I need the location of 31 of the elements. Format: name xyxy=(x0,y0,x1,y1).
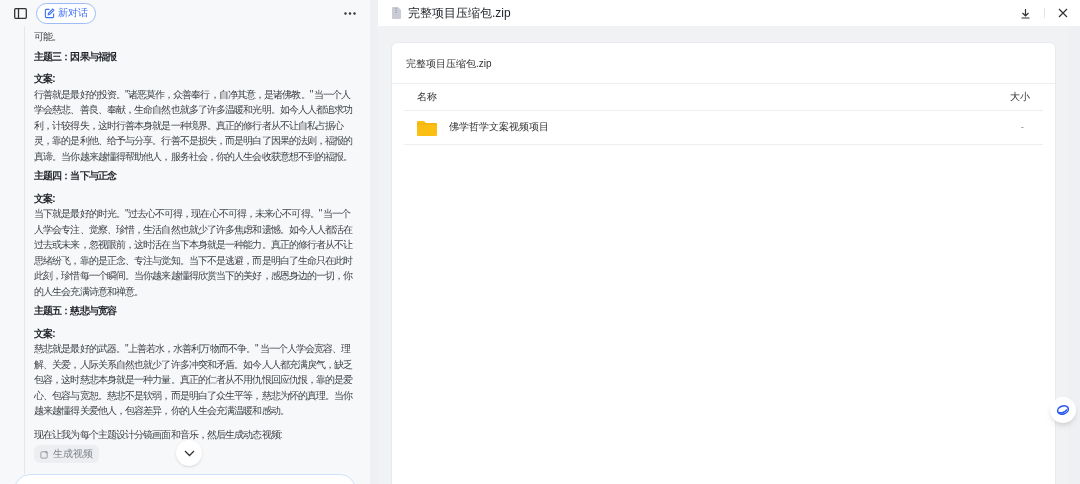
paragraph: 当下就是最好的时光。"过去心不可得，现在心不可得，未来心不可得。" 当一个人学会专注、觉察、珍惜，生活自然也就少了许多焦虑和遗憾。如今人人都活在过去或未来，忽视眼前，这时活在当下本身就是一种能力。真正的修行者从不让思绪纷飞，靠的是正念、专注与觉知。当下不是逃避，而是明白了生命只在此时此刻，珍惜每一个瞬间。当你越来越懂得欣赏当下的美好，感恩身边的一切，你的人生会充满诗意和禅意。 xyxy=(34,207,354,299)
file-name: 佛学哲学文案视频项目 xyxy=(449,120,550,135)
video-add-icon xyxy=(40,449,49,459)
archive-name: 完整项目压缩包.zip xyxy=(406,56,492,71)
section-heading: 主题四：当下与正念 xyxy=(34,169,118,183)
close-icon[interactable] xyxy=(1058,8,1068,18)
section-heading: 主题三：因果与福报 xyxy=(34,49,118,64)
paragraph: 现在让我为每个主题设计分镜画面和音乐，然后生成动态视频: xyxy=(34,427,283,442)
file-size: - xyxy=(1020,120,1024,135)
more-icon[interactable] xyxy=(344,11,356,15)
copy-label: 文案: xyxy=(34,326,56,341)
paragraph: 慈悲就是最好的武器。"上善若水，水善利万物而不争。" 当一个人学会宽容、理解、关爱，人际关系自然也就少了许多冲突和矛盾。如今人人都充满戾气，缺乏包容，这时慈悲本身就是一种力量。真正的仁者从不用仇恨回应仇恨，靠的是爱心、包容与宽恕。慈悲不是软弱，而是明白了众生平等，慈悲为怀的真理。当你越来越懂得关爱他人，包容差异，你的人生会充满温暖和感动。 xyxy=(34,342,354,418)
sidebar-toggle-icon[interactable] xyxy=(14,7,27,19)
column-header: 大小 xyxy=(1010,89,1030,104)
column-header: 名称 xyxy=(417,89,438,104)
scroll-down-button[interactable] xyxy=(176,440,202,466)
copy-label: 文案: xyxy=(34,72,56,86)
assistant-icon xyxy=(1056,404,1070,416)
section-heading: 主题五：慈悲与宽容 xyxy=(34,304,118,318)
folder-icon xyxy=(417,119,437,136)
paragraph: 可能。 xyxy=(34,30,63,44)
file-row[interactable]: 佛学哲学文案视频项目 - xyxy=(404,111,1043,145)
zip-file-icon xyxy=(392,7,401,19)
file-title: 完整项目压缩包.zip xyxy=(408,5,511,22)
chevron-down-icon xyxy=(183,449,195,457)
new-chat-button[interactable]: 新对话 xyxy=(36,2,96,24)
download-icon[interactable] xyxy=(1020,7,1031,19)
edit-icon xyxy=(44,7,55,19)
copy-label: 文案: xyxy=(34,191,56,206)
generate-video-button[interactable]: 生成视频 xyxy=(34,445,99,463)
paragraph: 行善就是最好的投资。"诸恶莫作，众善奉行，自净其意，是诸佛教。" 当一个人学会慈悲、善良、奉献，生命自然也就多了许多温暖和光明。如今人人都追求功利，计较得失，这时行善本身就是一种境界。真正的修行者从不让自私占据心灵，靠的是利他、给予与分享。行善不是损失，而是明白了因果的法则，福报的真谛。当你越来越懂得帮助他人，服务社会，你的人生会收获意想不到的福报。 xyxy=(34,87,354,164)
